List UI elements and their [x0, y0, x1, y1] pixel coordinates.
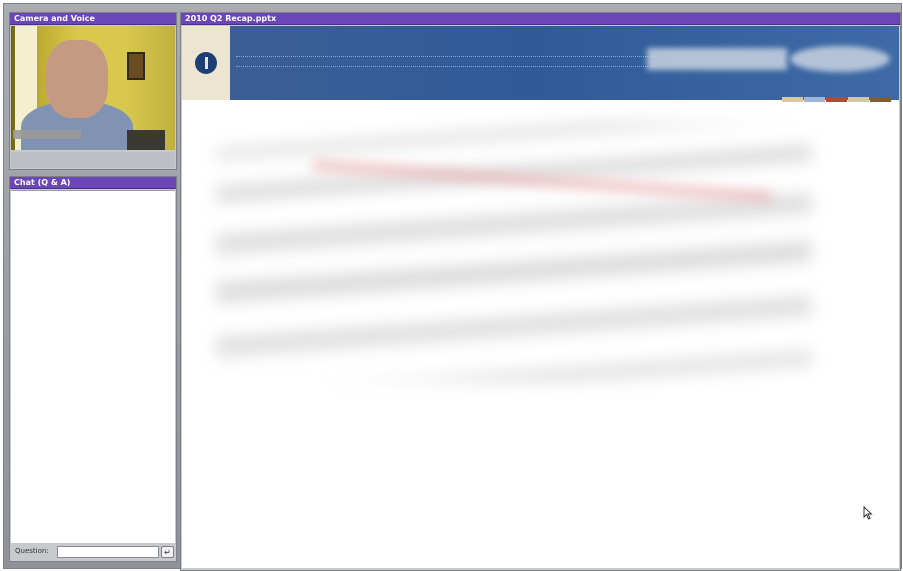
banner-stripe	[826, 97, 847, 102]
video-background-picture	[127, 52, 145, 80]
banner-stripe	[848, 97, 869, 102]
slide-logo-box	[182, 26, 230, 100]
banner-dotted-line	[236, 56, 656, 57]
banner-stripe	[870, 97, 891, 102]
presentation-slide[interactable]	[182, 26, 899, 568]
chat-messages-area[interactable]	[11, 190, 175, 543]
chat-pod-title: Chat (Q & A)	[10, 177, 176, 189]
banner-stripe	[804, 97, 825, 102]
banner-stripe	[782, 97, 803, 102]
company-logo-icon	[195, 52, 217, 74]
presenter-name-blurred	[13, 130, 81, 139]
chat-input-row: Question: ↵	[10, 544, 176, 560]
chat-pod: Chat (Q & A) Question: ↵	[9, 176, 177, 562]
question-input[interactable]	[57, 546, 159, 558]
share-pod-title: 2010 Q2 Recap.pptx	[181, 13, 900, 25]
camera-pod-footer	[11, 152, 175, 168]
slide-banner	[182, 26, 899, 102]
webcam-video[interactable]	[11, 26, 175, 150]
mouse-pointer-icon	[863, 506, 873, 520]
video-background-chair	[127, 130, 165, 150]
send-enter-icon[interactable]: ↵	[161, 546, 174, 558]
share-pod: 2010 Q2 Recap.pptx	[180, 12, 901, 571]
camera-pod-title: Camera and Voice	[10, 13, 176, 25]
presenter-face-blurred	[46, 40, 108, 118]
camera-voice-pod: Camera and Voice	[9, 12, 177, 170]
question-label: Question:	[15, 547, 49, 555]
banner-brand-blurred	[647, 48, 787, 70]
banner-swoosh-blurred	[790, 46, 890, 72]
slide-content-blurred	[216, 122, 812, 382]
meeting-room-window: Camera and Voice Chat (Q & A) Question: …	[3, 3, 902, 571]
banner-dotted-line	[236, 66, 656, 67]
